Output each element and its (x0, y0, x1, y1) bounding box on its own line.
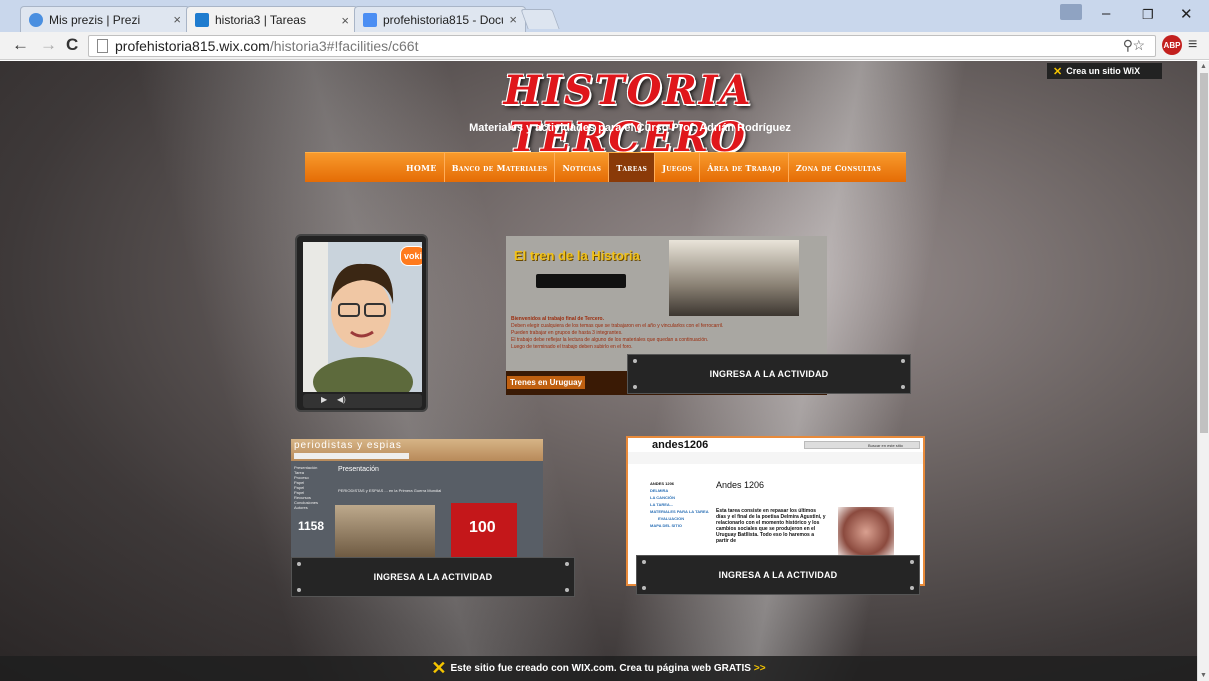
new-tab-button[interactable] (520, 9, 560, 29)
card-heading: Presentación (338, 466, 379, 473)
footer-text: Este sitio fue creado con WIX.com. Crea … (450, 663, 751, 674)
wix-footer-banner[interactable]: ✕ Este sitio fue creado con WIX.com. Cre… (0, 656, 1197, 681)
prezi-icon (29, 12, 43, 27)
menu-icon[interactable]: ≡ (1188, 36, 1197, 54)
nav-noticias[interactable]: Noticias (555, 153, 608, 182)
card-header: periodistas y espias (291, 439, 543, 461)
restore-icon[interactable]: ❐ (1142, 7, 1154, 23)
site-sidebar: Presentación Tarea Proceso Papel Papel Pape… (294, 465, 319, 510)
nav-juegos[interactable]: Juegos (655, 153, 699, 182)
adblock-icon[interactable]: ABP (1162, 35, 1182, 55)
card-footer-label: Trenes en Uruguay (507, 376, 586, 389)
play-icon[interactable]: ▶ (321, 395, 327, 404)
nav-area-trabajo[interactable]: Área de Trabajo (700, 153, 788, 182)
card-title: periodistas y espias (294, 440, 402, 451)
wix-logo-icon: ✕ (1053, 65, 1063, 78)
wix-badge-label: Crea un sitio WiX (1066, 66, 1141, 76)
docs-icon (363, 12, 377, 27)
tab-docs[interactable]: profehistoria815 - Docum × (354, 6, 526, 32)
site-title: HISTORIA TERCERO (503, 67, 753, 161)
centenary-label: 100 (469, 519, 496, 536)
address-bar[interactable]: profehistoria815.wix.com/historia3#!faci… (88, 35, 1156, 57)
nav-tareas[interactable]: Tareas (609, 153, 655, 182)
profile-icon[interactable] (1060, 4, 1082, 20)
url-path: /historia3#!facilities/c66t (269, 38, 419, 54)
reload-icon[interactable]: C (66, 35, 78, 55)
url-host: profehistoria815.wix.com (115, 38, 270, 54)
tab-strip: Mis prezis | Prezi × historia3 | Tareas … (0, 0, 1209, 33)
ingresa-button-andes[interactable]: INGRESA A LA ACTIVIDAD (636, 555, 920, 595)
scroll-up-icon[interactable]: ▲ (1200, 63, 1207, 70)
ingresa-button-periodistas[interactable]: INGRESA A LA ACTIVIDAD (291, 557, 575, 597)
activity-card-periodistas[interactable]: periodistas y espias Presentación Tarea P… (291, 439, 543, 559)
tab-historia3[interactable]: historia3 | Tareas × (186, 6, 358, 33)
train-photo (669, 240, 799, 316)
back-icon[interactable]: ← (12, 35, 29, 55)
delmira-portrait (838, 507, 894, 557)
wix-logo-icon: ✕ (431, 658, 447, 678)
card-title: andes1206 (652, 439, 709, 451)
site-tabs (294, 453, 409, 459)
card-text: Esta tarea consiste en repasar los últim… (716, 508, 826, 544)
page-content: HISTORIA TERCERO Materiales y actividade… (0, 61, 1197, 681)
tab-prezi[interactable]: Mis prezis | Prezi × (20, 6, 190, 32)
voki-logo: voki (400, 246, 422, 266)
site-search-button: Buscar en este sitio (868, 443, 903, 448)
card-heading: Andes 1206 (716, 480, 765, 490)
voki-controls[interactable]: ▶ ◀) (303, 394, 422, 408)
card-text: Bienvenidos al trabajo final de Tercero.… (511, 316, 724, 350)
close-icon[interactable]: × (509, 12, 517, 27)
nav-zona-consultas[interactable]: Zona de Consultas (789, 153, 888, 182)
close-icon[interactable]: × (173, 12, 181, 27)
voki-player[interactable]: voki ▶ ◀) (295, 234, 428, 412)
wix-create-badge[interactable]: ✕ Crea un sitio WiX (1047, 63, 1162, 79)
scroll-thumb[interactable] (1200, 73, 1208, 433)
header-band (628, 452, 923, 464)
browser-toolbar: ← → C profehistoria815.wix.com/historia3… (0, 32, 1209, 60)
site-subtitle: Materiales y actividades para el Curso P… (469, 122, 791, 134)
tab-label: historia3 | Tareas (215, 13, 306, 27)
minimize-icon[interactable]: – (1102, 5, 1110, 22)
page-icon (97, 39, 108, 53)
star-icon[interactable]: ☆ (1132, 37, 1145, 54)
ingresa-button-tren[interactable]: INGRESA A LA ACTIVIDAD (627, 354, 911, 394)
card-subtitle: PERIODISTAS y ESPIAS ... en la Primera G… (338, 488, 442, 493)
forward-icon[interactable]: → (40, 35, 57, 55)
volume-icon[interactable]: ◀) (337, 395, 346, 404)
site-navbar: HOME Banco de Materiales Noticias Tareas… (305, 152, 906, 182)
tab-label: profehistoria815 - Docum (383, 12, 503, 27)
nav-home[interactable]: HOME (399, 153, 444, 182)
voki-avatar: voki (303, 242, 422, 392)
locomotive-icon (536, 274, 626, 288)
tab-label: Mis prezis | Prezi (49, 12, 141, 27)
page-scrollbar[interactable]: ▲ ▼ (1197, 61, 1209, 681)
nav-banco-materiales[interactable]: Banco de Materiales (445, 153, 555, 182)
close-icon[interactable]: × (341, 13, 349, 28)
card-title: El tren de la Historia (514, 248, 640, 263)
footer-arrows: >> (753, 663, 766, 674)
spy-photo (335, 505, 435, 559)
close-window-icon[interactable]: ✕ (1180, 5, 1193, 23)
site-sidebar: ANDES 1206 DELMIRA LA CANCIÓN LA TAREA... … (650, 481, 709, 528)
scroll-down-icon[interactable]: ▼ (1200, 672, 1207, 679)
wix-icon (195, 13, 209, 27)
visit-counter: 1158 (298, 519, 325, 533)
